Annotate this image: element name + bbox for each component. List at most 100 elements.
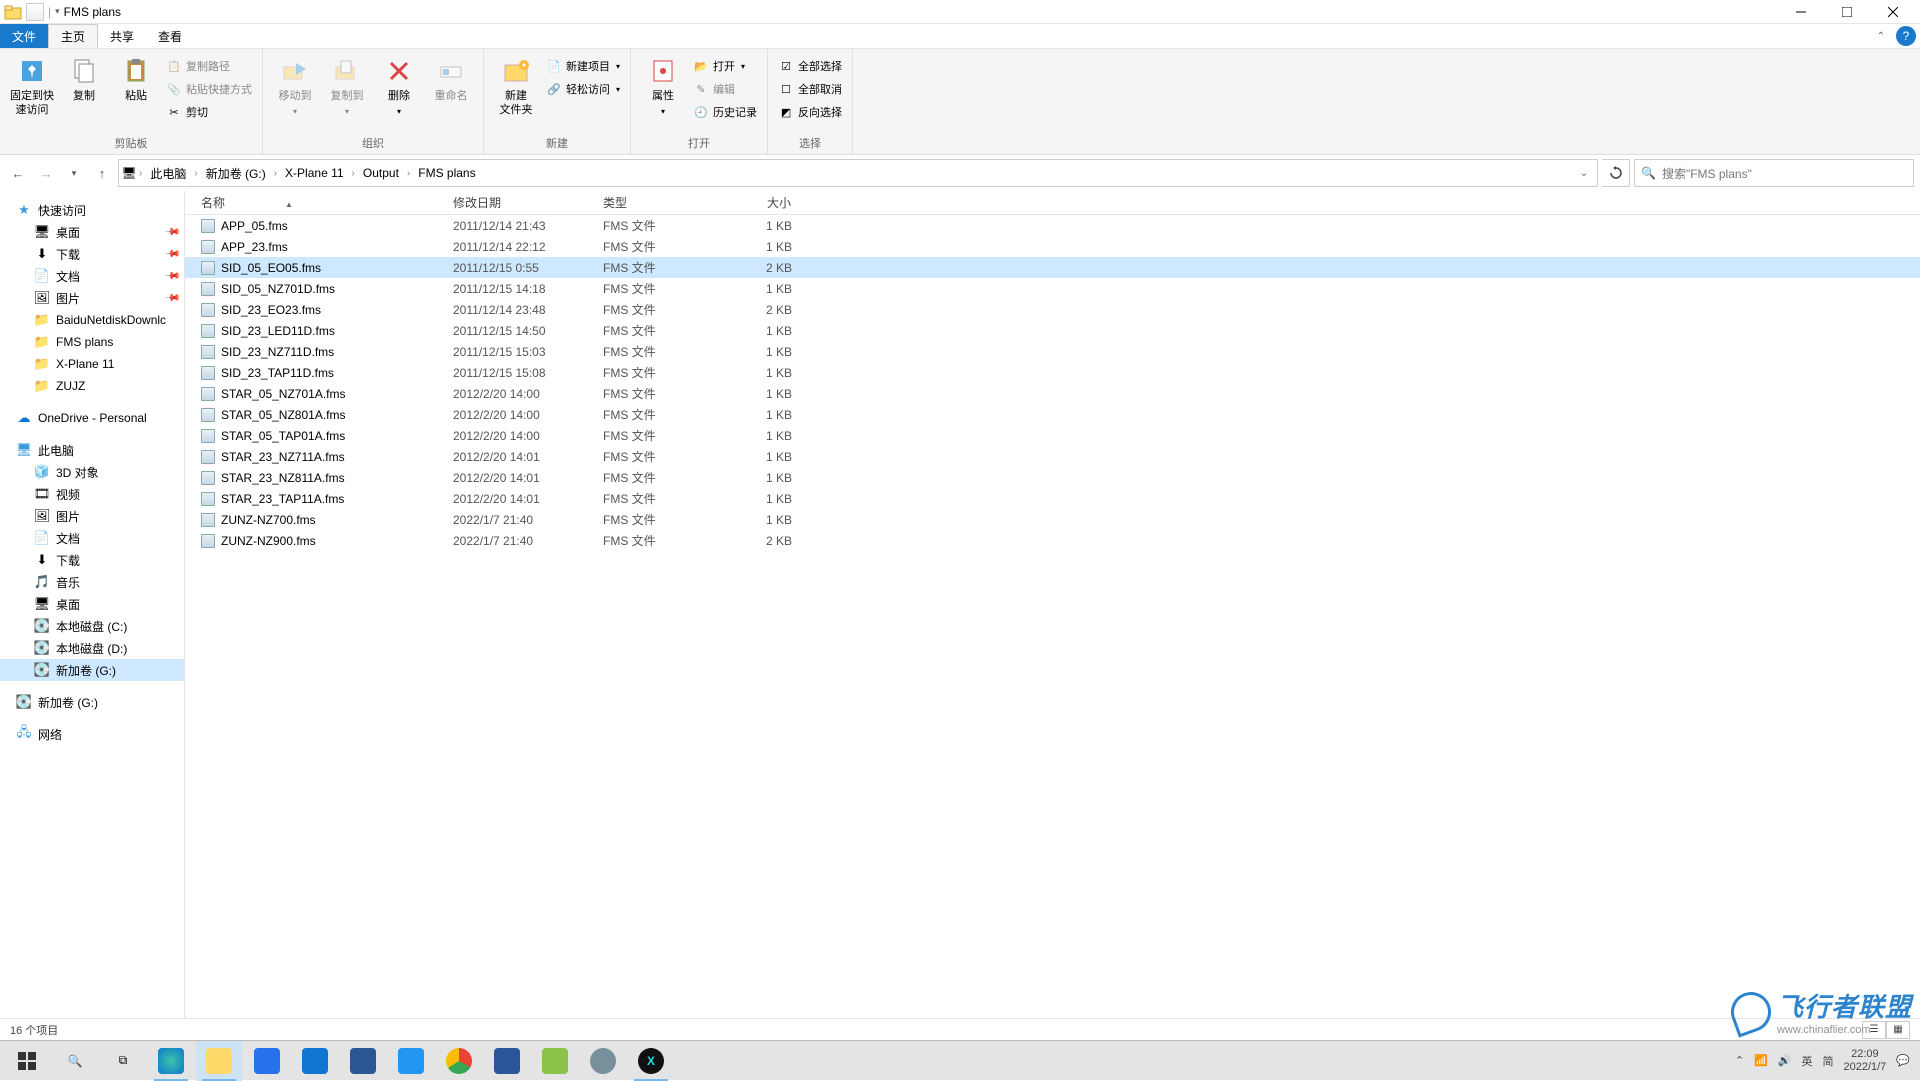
search-button[interactable]: 🔍 xyxy=(52,1041,98,1081)
moveto-button[interactable]: 移动到▾ xyxy=(269,51,321,119)
column-type[interactable]: 类型 xyxy=(595,194,720,211)
newitem-button[interactable]: 📄新建项目▾ xyxy=(542,55,624,77)
taskbar-store[interactable] xyxy=(244,1041,290,1081)
file-row[interactable]: STAR_05_TAP01A.fms2012/2/20 14:00FMS 文件1… xyxy=(185,425,1920,446)
column-size[interactable]: 大小 xyxy=(720,194,800,211)
taskbar-xplane[interactable]: X xyxy=(628,1041,674,1081)
easyaccess-button[interactable]: 🔗轻松访问▾ xyxy=(542,78,624,100)
newfolder-button[interactable]: ✦新建 文件夹 xyxy=(490,51,542,117)
invertselect-button[interactable]: ◩反向选择 xyxy=(774,101,846,123)
copyto-button[interactable]: 复制到▾ xyxy=(321,51,373,119)
address-dropdown-icon[interactable]: ⌄ xyxy=(1573,168,1595,179)
selectnone-button[interactable]: ☐全部取消 xyxy=(774,78,846,100)
start-button[interactable] xyxy=(4,1041,50,1081)
selectall-button[interactable]: ☑全部选择 xyxy=(774,55,846,77)
taskview-button[interactable]: ⧉ xyxy=(100,1041,146,1081)
clock[interactable]: 22:09 2022/1/7 xyxy=(1843,1048,1886,1074)
file-row[interactable]: APP_23.fms2011/12/14 22:12FMS 文件1 KB xyxy=(185,236,1920,257)
file-row[interactable]: SID_05_NZ701D.fms2011/12/15 14:18FMS 文件1… xyxy=(185,278,1920,299)
paste-shortcut-button[interactable]: 📎粘贴快捷方式 xyxy=(162,78,256,100)
file-row[interactable]: SID_23_LED11D.fms2011/12/15 14:50FMS 文件1… xyxy=(185,320,1920,341)
file-row[interactable]: SID_05_EO05.fms2011/12/15 0:55FMS 文件2 KB xyxy=(185,257,1920,278)
tray-chevron-icon[interactable]: ⌃ xyxy=(1735,1054,1744,1067)
ribbon-collapse-icon[interactable]: ⌃ xyxy=(1870,24,1892,48)
breadcrumb-segment[interactable]: 新加卷 (G:) xyxy=(200,161,272,185)
forward-button[interactable]: → xyxy=(34,161,58,185)
nav-quick-item[interactable]: 📁BaiduNetdiskDownlc xyxy=(0,309,184,331)
wifi-icon[interactable]: 📶 xyxy=(1754,1054,1768,1067)
nav-thispc[interactable]: 🖥此电脑 xyxy=(0,439,184,461)
nav-thispc-item[interactable]: 📄文档 xyxy=(0,527,184,549)
file-row[interactable]: SID_23_EO23.fms2011/12/14 23:48FMS 文件2 K… xyxy=(185,299,1920,320)
open-button[interactable]: 📂打开▾ xyxy=(689,55,761,77)
edit-button[interactable]: ✎编辑 xyxy=(689,78,761,100)
taskbar-edge[interactable] xyxy=(148,1041,194,1081)
nav-thispc-item[interactable]: ⬇下载 xyxy=(0,549,184,571)
taskbar-app1[interactable] xyxy=(388,1041,434,1081)
tab-share[interactable]: 共享 xyxy=(98,24,146,48)
file-row[interactable]: STAR_05_NZ801A.fms2012/2/20 14:00FMS 文件1… xyxy=(185,404,1920,425)
nav-thispc-item[interactable]: 🎵音乐 xyxy=(0,571,184,593)
nav-quick-item[interactable]: 📄文档📌 xyxy=(0,265,184,287)
nav-thispc-item[interactable]: 🧊3D 对象 xyxy=(0,461,184,483)
maximize-button[interactable] xyxy=(1824,0,1870,24)
nav-thispc-item[interactable]: 💽本地磁盘 (D:) xyxy=(0,637,184,659)
nav-quickaccess[interactable]: ★快速访问 xyxy=(0,199,184,221)
cut-button[interactable]: ✂剪切 xyxy=(162,101,256,123)
chevron-right-icon[interactable]: › xyxy=(139,168,142,179)
taskbar-mail[interactable] xyxy=(292,1041,338,1081)
volume-icon[interactable]: 🔊 xyxy=(1778,1054,1792,1067)
breadcrumb-segment[interactable]: X-Plane 11 xyxy=(279,161,349,185)
search-input[interactable]: 🔍 搜索"FMS plans" xyxy=(1634,159,1914,187)
close-button[interactable] xyxy=(1870,0,1916,24)
nav-quick-item[interactable]: 🖼图片📌 xyxy=(0,287,184,309)
taskbar-word[interactable] xyxy=(484,1041,530,1081)
address-bar[interactable]: 🖥 › 此电脑› 新加卷 (G:)› X-Plane 11› Output› F… xyxy=(118,159,1598,187)
file-row[interactable]: ZUNZ-NZ900.fms2022/1/7 21:40FMS 文件2 KB xyxy=(185,530,1920,551)
file-row[interactable]: APP_05.fms2011/12/14 21:43FMS 文件1 KB xyxy=(185,215,1920,236)
copy-path-button[interactable]: 📋复制路径 xyxy=(162,55,256,77)
ime-lang[interactable]: 英 xyxy=(1801,1053,1812,1069)
file-row[interactable]: STAR_23_TAP11A.fms2012/2/20 14:01FMS 文件1… xyxy=(185,488,1920,509)
chevron-right-icon[interactable]: › xyxy=(274,168,277,179)
breadcrumb-segment[interactable]: FMS plans xyxy=(412,161,481,185)
taskbar-explorer[interactable] xyxy=(196,1041,242,1081)
nav-quick-item[interactable]: 📁ZUJZ xyxy=(0,375,184,397)
file-row[interactable]: STAR_05_NZ701A.fms2012/2/20 14:00FMS 文件1… xyxy=(185,383,1920,404)
quickaccess-toggle-icon[interactable] xyxy=(26,3,44,21)
minimize-button[interactable] xyxy=(1778,0,1824,24)
file-row[interactable]: STAR_23_NZ711A.fms2012/2/20 14:01FMS 文件1… xyxy=(185,446,1920,467)
nav-thispc-item[interactable]: 💽本地磁盘 (C:) xyxy=(0,615,184,637)
up-button[interactable]: ↑ xyxy=(90,161,114,185)
taskbar-chrome[interactable] xyxy=(436,1041,482,1081)
history-button[interactable]: 🕘历史记录 xyxy=(689,101,761,123)
ime-mode[interactable]: 简 xyxy=(1822,1053,1833,1069)
nav-quick-item[interactable]: ⬇下载📌 xyxy=(0,243,184,265)
taskbar-app2[interactable] xyxy=(532,1041,578,1081)
file-row[interactable]: SID_23_NZ711D.fms2011/12/15 15:03FMS 文件1… xyxy=(185,341,1920,362)
recent-dropdown-icon[interactable]: ▾ xyxy=(62,161,86,185)
nav-drive-g[interactable]: 💽新加卷 (G:) xyxy=(0,691,184,713)
help-icon[interactable]: ? xyxy=(1896,26,1916,46)
copy-button[interactable]: 复制 xyxy=(58,51,110,103)
file-row[interactable]: SID_23_TAP11D.fms2011/12/15 15:08FMS 文件1… xyxy=(185,362,1920,383)
refresh-button[interactable] xyxy=(1602,159,1630,187)
breadcrumb-segment[interactable]: 此电脑 xyxy=(144,161,192,185)
nav-network[interactable]: 🖧网络 xyxy=(0,723,184,745)
properties-button[interactable]: 属性▾ xyxy=(637,51,689,119)
column-date[interactable]: 修改日期 xyxy=(445,194,595,211)
delete-button[interactable]: 删除▾ xyxy=(373,51,425,119)
tab-file[interactable]: 文件 xyxy=(0,24,48,48)
nav-quick-item[interactable]: 🖥桌面📌 xyxy=(0,221,184,243)
qat-dropdown-icon[interactable]: ▾ xyxy=(55,6,60,17)
nav-onedrive[interactable]: ☁OneDrive - Personal xyxy=(0,407,184,429)
taskbar-calc[interactable] xyxy=(340,1041,386,1081)
nav-thispc-item[interactable]: 🎞视频 xyxy=(0,483,184,505)
breadcrumb-segment[interactable]: Output xyxy=(357,161,405,185)
tab-view[interactable]: 查看 xyxy=(146,24,194,48)
column-name[interactable]: 名称▲ xyxy=(185,194,445,211)
pin-to-quickaccess-button[interactable]: 固定到快 速访问 xyxy=(6,51,58,117)
nav-quick-item[interactable]: 📁X-Plane 11 xyxy=(0,353,184,375)
system-tray[interactable]: ⌃ 📶 🔊 英 简 22:09 2022/1/7 💬 xyxy=(1735,1048,1916,1074)
chevron-right-icon[interactable]: › xyxy=(194,168,197,179)
